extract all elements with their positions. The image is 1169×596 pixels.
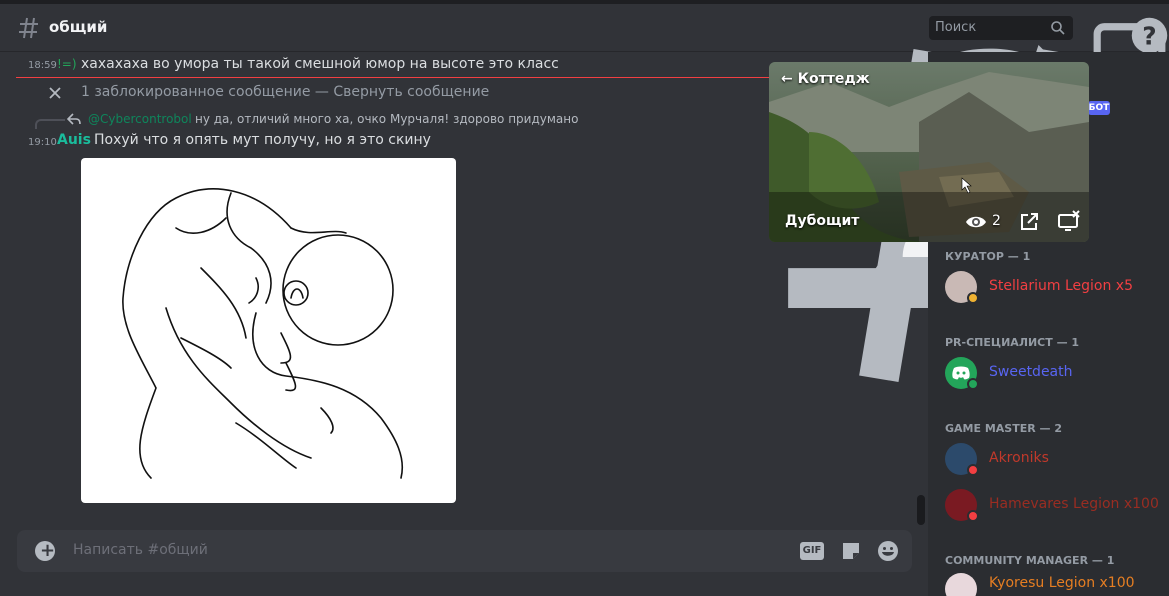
message-author[interactable]: Auis	[57, 132, 91, 148]
bot-badge: БОТ	[1088, 101, 1110, 115]
role-header: КУРАТОР — 1	[945, 250, 1031, 263]
svg-text:?: ?	[1142, 21, 1156, 50]
status-dnd-icon	[967, 510, 979, 522]
stop-stream-icon[interactable]	[1057, 210, 1081, 232]
channel-header: общий Поиск ?	[0, 0, 1169, 383]
streamer-name: Дубощит	[785, 213, 860, 229]
add-attachment-button[interactable]: +	[35, 541, 55, 561]
reply-preview[interactable]: ну да, отличий много ха, очко Мурчаля! з…	[195, 112, 578, 126]
status-online-icon	[967, 378, 979, 390]
member-name[interactable]: Kyoresu Legion x100	[989, 575, 1135, 591]
role-header: GAME MASTER — 2	[945, 422, 1063, 435]
stream-popout[interactable]: ← Коттедж Дубощит 2	[769, 62, 1089, 242]
search-input[interactable]: Поиск	[929, 16, 1073, 40]
collapse-blocked-link[interactable]: Свернуть сообщение	[333, 84, 489, 100]
new-messages-divider	[16, 77, 776, 78]
avatar[interactable]	[945, 573, 977, 596]
gif-button[interactable]: GIF	[800, 542, 824, 560]
eye-icon	[966, 216, 986, 228]
hash-icon	[19, 17, 38, 39]
member-name[interactable]: Akroniks	[989, 450, 1049, 466]
channel-title: общий	[49, 18, 108, 36]
message-timestamp: 19:10	[28, 137, 57, 148]
back-to-channel-link[interactable]: ← Коттедж	[781, 71, 870, 87]
composer-placeholder: Написать #общий	[73, 542, 208, 558]
status-idle-icon	[967, 292, 979, 304]
message-content: Похуй что я опять мут получу, но я это с…	[94, 132, 431, 148]
message-content: хахахаха во умора ты такой смешной юмор …	[81, 56, 559, 72]
reply-spine	[35, 119, 65, 129]
sketch-drawing	[122, 188, 404, 479]
role-header: PR-СПЕЦИАЛИСТ — 1	[945, 336, 1080, 349]
search-icon	[1051, 21, 1065, 35]
reply-icon	[67, 113, 81, 125]
help-icon[interactable]: ?	[1130, 16, 1169, 55]
search-placeholder: Поиск	[935, 20, 977, 35]
reply-mention[interactable]: @Cybercontrobol	[88, 112, 192, 126]
sticker-icon[interactable]	[841, 541, 861, 561]
member-name[interactable]: Hamevares Legion x100	[989, 496, 1159, 512]
viewer-count: 2	[992, 213, 1001, 229]
close-icon[interactable]	[48, 86, 62, 100]
popout-icon[interactable]	[1019, 212, 1039, 232]
member-name[interactable]: Stellarium Legion x5	[989, 278, 1133, 294]
message-composer[interactable]: + Написать #общий GIF	[17, 530, 912, 572]
scrollbar-thumb[interactable]	[917, 495, 925, 525]
blocked-messages-notice: 1 заблокированное сообщение — Свернуть с…	[81, 84, 489, 100]
message-timestamp: 18:59	[28, 60, 57, 71]
blocked-text: 1 заблокированное сообщение —	[81, 84, 334, 100]
member-name[interactable]: Sweetdeath	[989, 364, 1073, 380]
image-attachment[interactable]	[81, 158, 456, 503]
add-icon: +	[40, 540, 56, 561]
discord-app: общий Поиск ? 18:59 !=) хахахаха во умор…	[0, 0, 1169, 596]
status-dnd-icon	[967, 464, 979, 476]
role-header: COMMUNITY MANAGER — 1	[945, 554, 1115, 567]
emoji-icon[interactable]	[877, 540, 899, 562]
message-prefix: !=)	[57, 57, 77, 71]
